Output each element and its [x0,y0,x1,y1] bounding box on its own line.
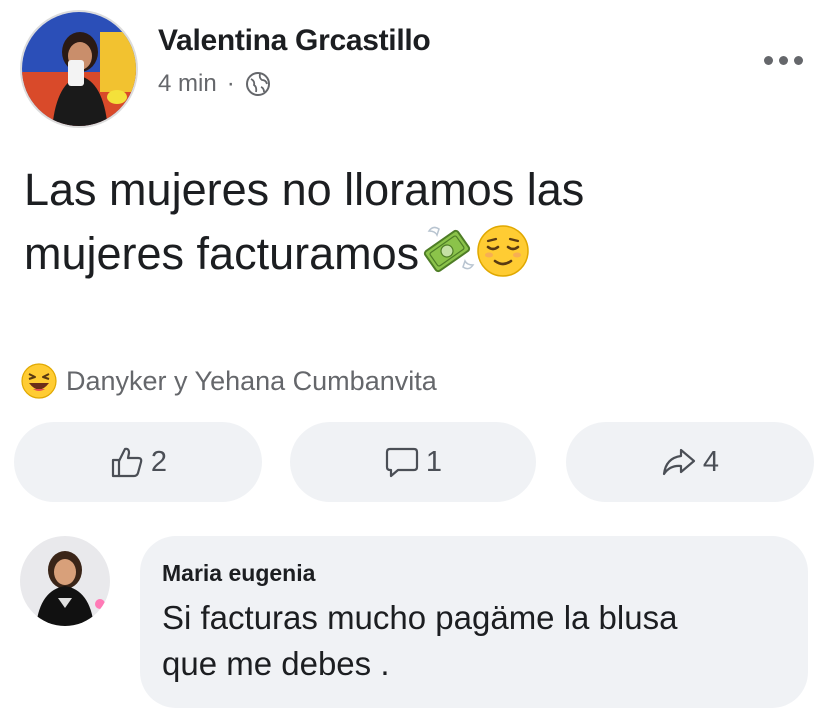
laughing-face-icon [21,363,57,399]
globe-icon [245,72,270,96]
post-text-line-1: Las mujeres no lloramos las [24,164,585,215]
share-count: 4 [702,445,720,478]
post-header: Valentina Grcastillo 4 min · [20,10,810,130]
share-icon [662,448,696,476]
author-avatar[interactable] [20,10,138,128]
post-text: Las mujeres no lloramos las mujeres fact… [24,158,804,286]
comment-text-line-2: que me debes . [162,645,390,682]
commenter-name[interactable]: Maria eugenia [162,560,786,587]
comment-count: 1 [425,445,443,478]
comment-icon [385,447,419,478]
share-button[interactable]: 4 [566,422,814,502]
like-count: 2 [150,445,168,478]
comment-text-line-1: Si facturas mucho pagäme la blusa [162,599,678,636]
commenter-avatar[interactable] [20,536,110,626]
post-time[interactable]: 4 min [158,70,217,98]
reactions-summary[interactable]: Danyker y Yehana Cumbanvita [20,362,437,400]
more-options-icon[interactable] [760,50,806,70]
reaction-names: Danyker y Yehana Cumbanvita [66,365,437,396]
money-with-wings-icon [424,226,475,273]
thumbs-up-icon [111,447,143,478]
like-button[interactable]: 2 [14,422,262,502]
post-actions: 2 1 4 [14,422,814,504]
meta-separator: · [226,70,235,97]
post-meta: 4 min · [158,70,271,98]
comment-button[interactable]: 1 [290,422,536,502]
author-name[interactable]: Valentina Grcastillo [158,24,431,58]
comment-text: Si facturas mucho pagäme la blusa que me… [162,595,786,687]
relieved-face-icon [477,225,529,277]
comment: Maria eugenia Si facturas mucho pagäme l… [20,536,810,712]
post-text-line-2: mujeres facturamos [24,222,804,286]
comment-bubble[interactable]: Maria eugenia Si facturas mucho pagäme l… [140,536,808,708]
